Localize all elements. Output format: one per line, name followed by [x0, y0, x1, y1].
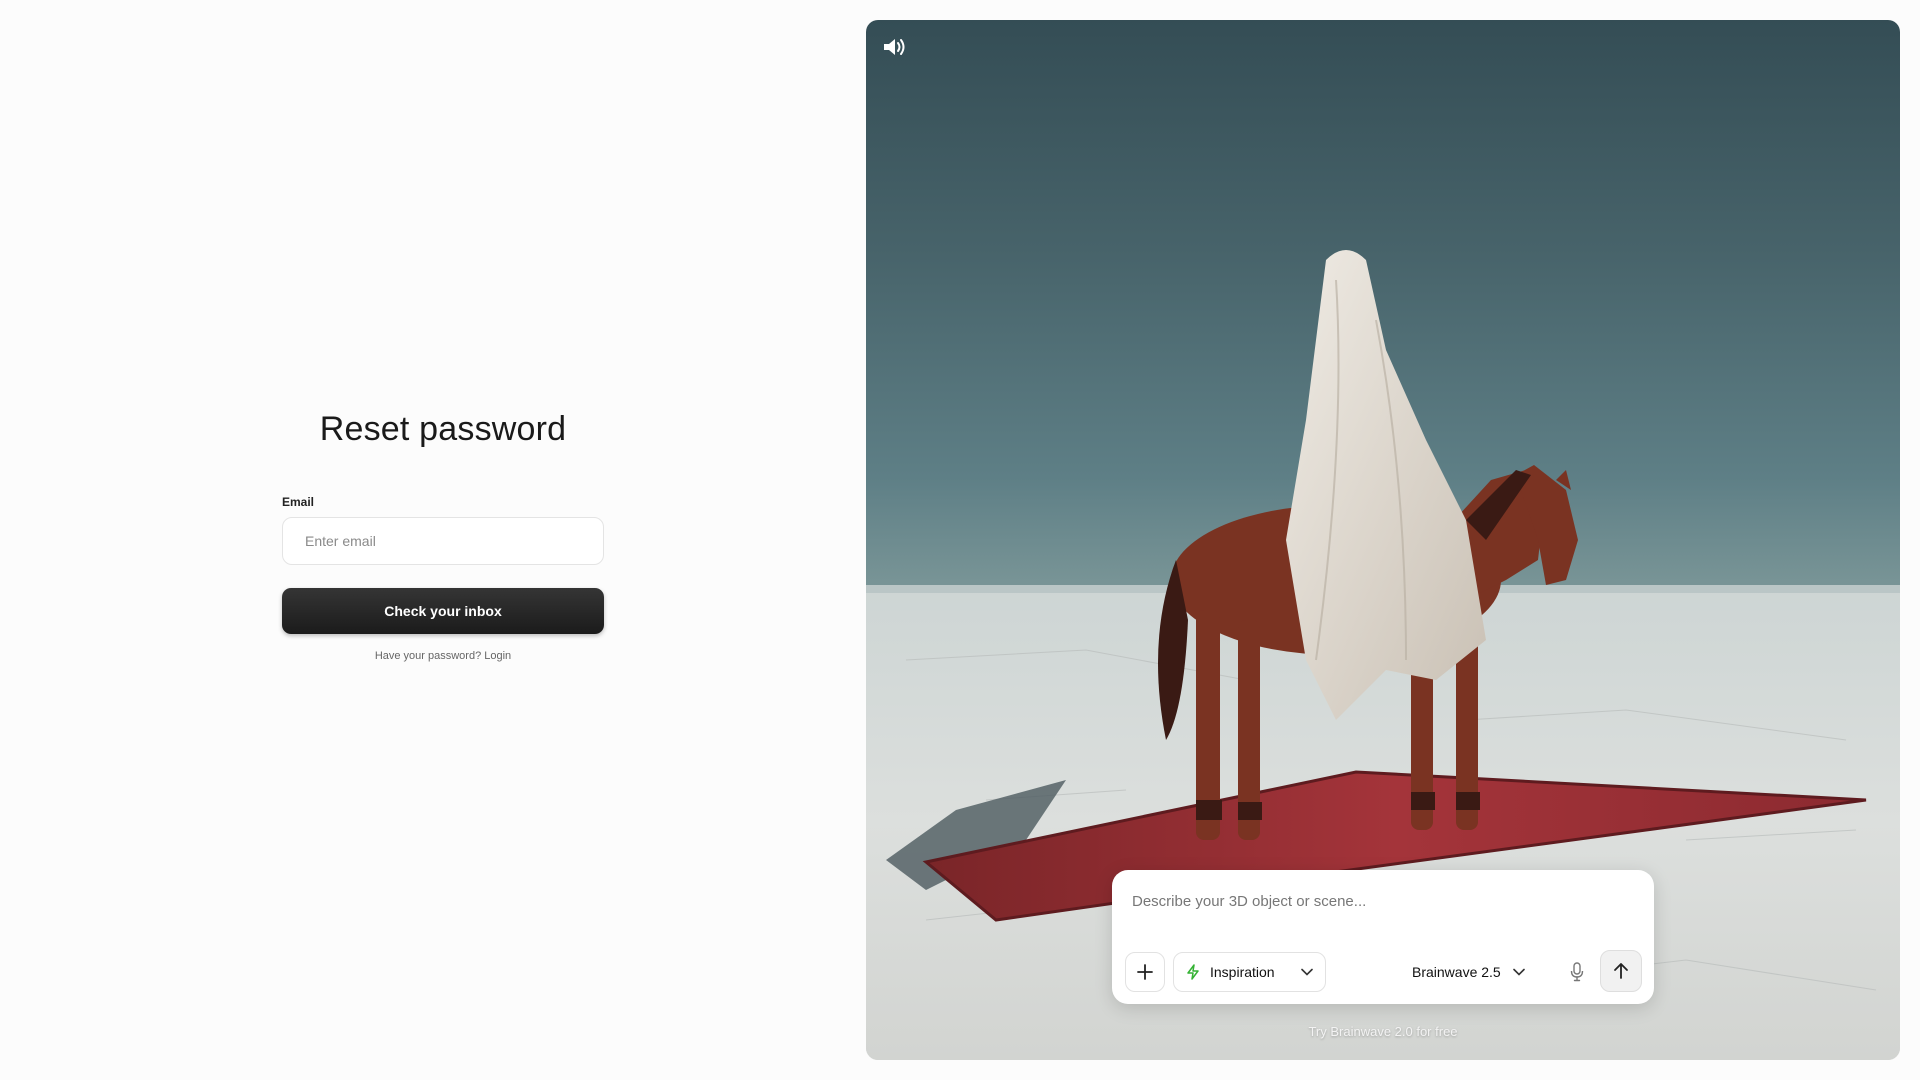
- reset-password-panel: Reset password Email Check your inbox Ha…: [0, 0, 866, 1080]
- email-field[interactable]: [282, 517, 604, 565]
- sound-toggle-button[interactable]: [882, 36, 908, 58]
- email-label: Email: [282, 495, 315, 509]
- arrow-up-icon: [1614, 963, 1628, 979]
- inspiration-label: Inspiration: [1210, 964, 1275, 980]
- reset-password-form: Reset password Email Check your inbox Ha…: [282, 410, 604, 662]
- prompt-box: Inspiration Brainwave 2.5: [1112, 870, 1654, 1004]
- add-attachment-button[interactable]: [1125, 952, 1165, 992]
- chevron-down-icon: [1512, 968, 1525, 976]
- microphone-icon: [1570, 962, 1584, 982]
- speaker-icon: [884, 39, 905, 55]
- lightning-icon: [1187, 964, 1199, 980]
- inspiration-dropdown[interactable]: Inspiration: [1173, 952, 1326, 992]
- model-selector[interactable]: Brainwave 2.5: [1402, 952, 1542, 992]
- try-older-version-link[interactable]: Try Brainwave 2.0 for free: [866, 1024, 1900, 1039]
- page-title: Reset password: [319, 410, 567, 448]
- plus-icon: [1137, 964, 1153, 980]
- login-link[interactable]: Have your password? Login: [375, 650, 511, 662]
- model-label: Brainwave 2.5: [1412, 964, 1501, 980]
- chevron-down-icon: [1301, 968, 1313, 976]
- login-prompt: Have your password? Login: [282, 650, 604, 662]
- prompt-input[interactable]: [1132, 888, 1632, 914]
- send-button[interactable]: [1600, 950, 1642, 992]
- microphone-button[interactable]: [1559, 954, 1595, 990]
- hero-panel: Inspiration Brainwave 2.5 Try Brainwave: [866, 20, 1900, 1060]
- check-inbox-button[interactable]: Check your inbox: [282, 588, 604, 634]
